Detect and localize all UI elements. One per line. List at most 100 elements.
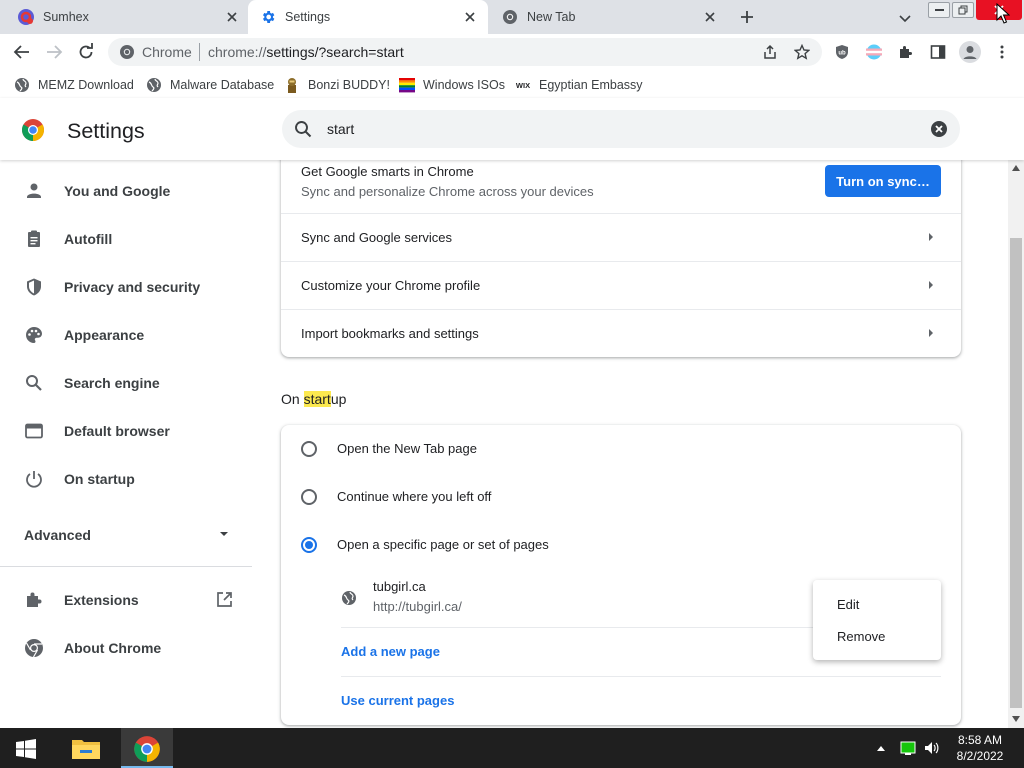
bookmark-label: MEMZ Download bbox=[38, 78, 134, 92]
caret-down-icon bbox=[220, 532, 228, 536]
on-startup-heading: On startup bbox=[281, 391, 346, 407]
minimize-icon bbox=[934, 9, 944, 11]
startup-option-continue[interactable]: Continue where you left off bbox=[281, 473, 961, 521]
tab-settings[interactable]: Settings bbox=[248, 0, 488, 34]
sidebar-item-privacy-and-security[interactable]: Privacy and security bbox=[0, 266, 254, 306]
sidebar-item-label: Search engine bbox=[64, 375, 160, 391]
tab-sumhex[interactable]: Sumhex bbox=[6, 0, 246, 34]
remove-menu-item[interactable]: Remove bbox=[837, 629, 885, 644]
search-icon bbox=[26, 375, 42, 391]
page-context-menu: Edit Remove bbox=[813, 580, 941, 660]
puzzle-icon[interactable] bbox=[898, 44, 914, 60]
palette-icon bbox=[26, 327, 42, 343]
scroll-up-icon[interactable] bbox=[1012, 165, 1020, 171]
radio-button[interactable] bbox=[301, 441, 317, 457]
arrow-left-icon bbox=[13, 45, 29, 59]
windows-start-icon[interactable] bbox=[16, 739, 36, 759]
windows-taskbar: 8:58 AM 8/2/2022 bbox=[0, 728, 1024, 768]
heading-suffix: up bbox=[330, 391, 347, 407]
flag-extension-icon[interactable] bbox=[866, 44, 882, 60]
clear-search-icon[interactable] bbox=[930, 120, 948, 138]
omnibox-url: chrome://settings/?search=start bbox=[208, 44, 404, 60]
customize-profile-row[interactable]: Customize your Chrome profile bbox=[281, 261, 961, 309]
sidebar-item-label: About Chrome bbox=[64, 640, 162, 656]
tab-search-chevron-icon[interactable] bbox=[897, 10, 913, 26]
omnibox[interactable]: Chrome chrome://settings/?search=start bbox=[108, 38, 822, 66]
browser-toolbar: Chrome chrome://settings/?search=start u… bbox=[0, 34, 1024, 70]
side-panel-icon[interactable] bbox=[930, 44, 946, 60]
wix-icon: WIX bbox=[516, 81, 530, 90]
sidebar-item-search-engine[interactable]: Search engine bbox=[0, 362, 254, 402]
volume-icon[interactable] bbox=[924, 741, 940, 755]
share-icon[interactable] bbox=[762, 44, 778, 60]
close-tab-icon[interactable] bbox=[462, 9, 478, 25]
turn-on-sync-button[interactable]: Turn on sync… bbox=[825, 165, 941, 197]
sidebar-item-label: Autofill bbox=[64, 231, 113, 247]
settings-header: Settings start bbox=[0, 98, 1024, 160]
edit-menu-item[interactable]: Edit bbox=[837, 597, 859, 612]
bookmark-windows-isos[interactable]: Windows ISOs bbox=[399, 77, 505, 93]
sidebar-item-extensions[interactable]: Extensions bbox=[0, 579, 254, 619]
bookmark-label: Windows ISOs bbox=[423, 78, 505, 92]
sync-and-google-services-row[interactable]: Sync and Google services bbox=[281, 213, 961, 261]
taskbar-clock[interactable]: 8:58 AM 8/2/2022 bbox=[946, 732, 1014, 764]
tray-chevron-up-icon[interactable] bbox=[876, 744, 886, 752]
startup-option-specific-pages[interactable]: Open a specific page or set of pages bbox=[281, 521, 961, 569]
tab-strip: Sumhex Settings New Tab bbox=[0, 0, 1024, 34]
row-label: Sync and Google services bbox=[301, 230, 453, 245]
sidebar-item-you-and-google[interactable]: You and Google bbox=[0, 170, 254, 210]
battery-icon[interactable] bbox=[900, 741, 916, 755]
restore-button[interactable] bbox=[952, 2, 974, 18]
globe-icon bbox=[342, 591, 356, 605]
ublock-extension-icon[interactable]: ub bbox=[834, 44, 850, 60]
sidebar-item-label: Appearance bbox=[64, 327, 145, 343]
file-explorer-icon[interactable] bbox=[72, 737, 100, 759]
sidebar-item-autofill[interactable]: Autofill bbox=[0, 218, 254, 258]
bookmark-label: Egyptian Embassy bbox=[539, 78, 643, 92]
forward-button[interactable] bbox=[42, 40, 66, 64]
close-tab-icon[interactable] bbox=[702, 9, 718, 25]
sidebar-item-default-browser[interactable]: Default browser bbox=[0, 410, 254, 450]
clock-date: 8/2/2022 bbox=[956, 749, 1004, 763]
bookmark-memz[interactable]: MEMZ Download bbox=[14, 77, 134, 93]
settings-search[interactable]: start bbox=[282, 110, 960, 148]
new-tab-icon[interactable] bbox=[739, 9, 755, 25]
bookmark-bonzi-buddy[interactable]: Bonzi BUDDY! bbox=[284, 77, 390, 93]
sidebar-item-appearance[interactable]: Appearance bbox=[0, 314, 254, 354]
tab-title: Sumhex bbox=[43, 10, 89, 24]
radio-button[interactable] bbox=[301, 489, 317, 505]
clock-time: 8:58 AM bbox=[957, 733, 1003, 747]
shield-icon bbox=[27, 278, 41, 296]
close-tab-icon[interactable] bbox=[224, 9, 240, 25]
bookmark-star-icon[interactable] bbox=[794, 44, 810, 60]
radio-button-selected[interactable] bbox=[301, 537, 317, 553]
search-input[interactable]: start bbox=[327, 121, 354, 137]
startup-option-new-tab[interactable]: Open the New Tab page bbox=[281, 425, 961, 473]
use-current-pages-link[interactable]: Use current pages bbox=[341, 693, 454, 708]
more-vert-icon[interactable] bbox=[994, 44, 1010, 60]
bookmark-label: Malware Database bbox=[170, 78, 275, 92]
sidebar-divider bbox=[0, 566, 252, 567]
bookmark-label: Bonzi BUDDY! bbox=[308, 78, 390, 92]
gear-icon bbox=[263, 11, 275, 23]
sidebar-item-about-chrome[interactable]: About Chrome bbox=[0, 627, 254, 667]
arrow-right-icon bbox=[929, 329, 933, 337]
tab-new-tab[interactable]: New Tab bbox=[490, 0, 726, 34]
arrow-right-icon bbox=[929, 281, 933, 289]
minimize-button[interactable] bbox=[928, 2, 950, 18]
advanced-section-toggle[interactable]: Advanced bbox=[0, 516, 252, 552]
import-bookmarks-row[interactable]: Import bookmarks and settings bbox=[281, 309, 961, 357]
back-button[interactable] bbox=[10, 40, 34, 64]
profile-avatar-icon[interactable] bbox=[959, 41, 981, 63]
bookmark-egyptian-embassy[interactable]: WIX Egyptian Embassy bbox=[515, 77, 643, 93]
arrow-right-icon bbox=[929, 233, 933, 241]
reload-button[interactable] bbox=[74, 40, 98, 64]
add-new-page-link[interactable]: Add a new page bbox=[341, 644, 440, 659]
sidebar-item-label: You and Google bbox=[64, 183, 171, 199]
chrome-taskbar-button[interactable] bbox=[121, 728, 173, 768]
bookmark-malware-database[interactable]: Malware Database bbox=[146, 77, 274, 93]
scrollbar-thumb[interactable] bbox=[1010, 238, 1022, 708]
sidebar-item-on-startup[interactable]: On startup bbox=[0, 458, 254, 498]
chrome-icon bbox=[25, 639, 43, 658]
scroll-down-icon[interactable] bbox=[1012, 716, 1020, 722]
